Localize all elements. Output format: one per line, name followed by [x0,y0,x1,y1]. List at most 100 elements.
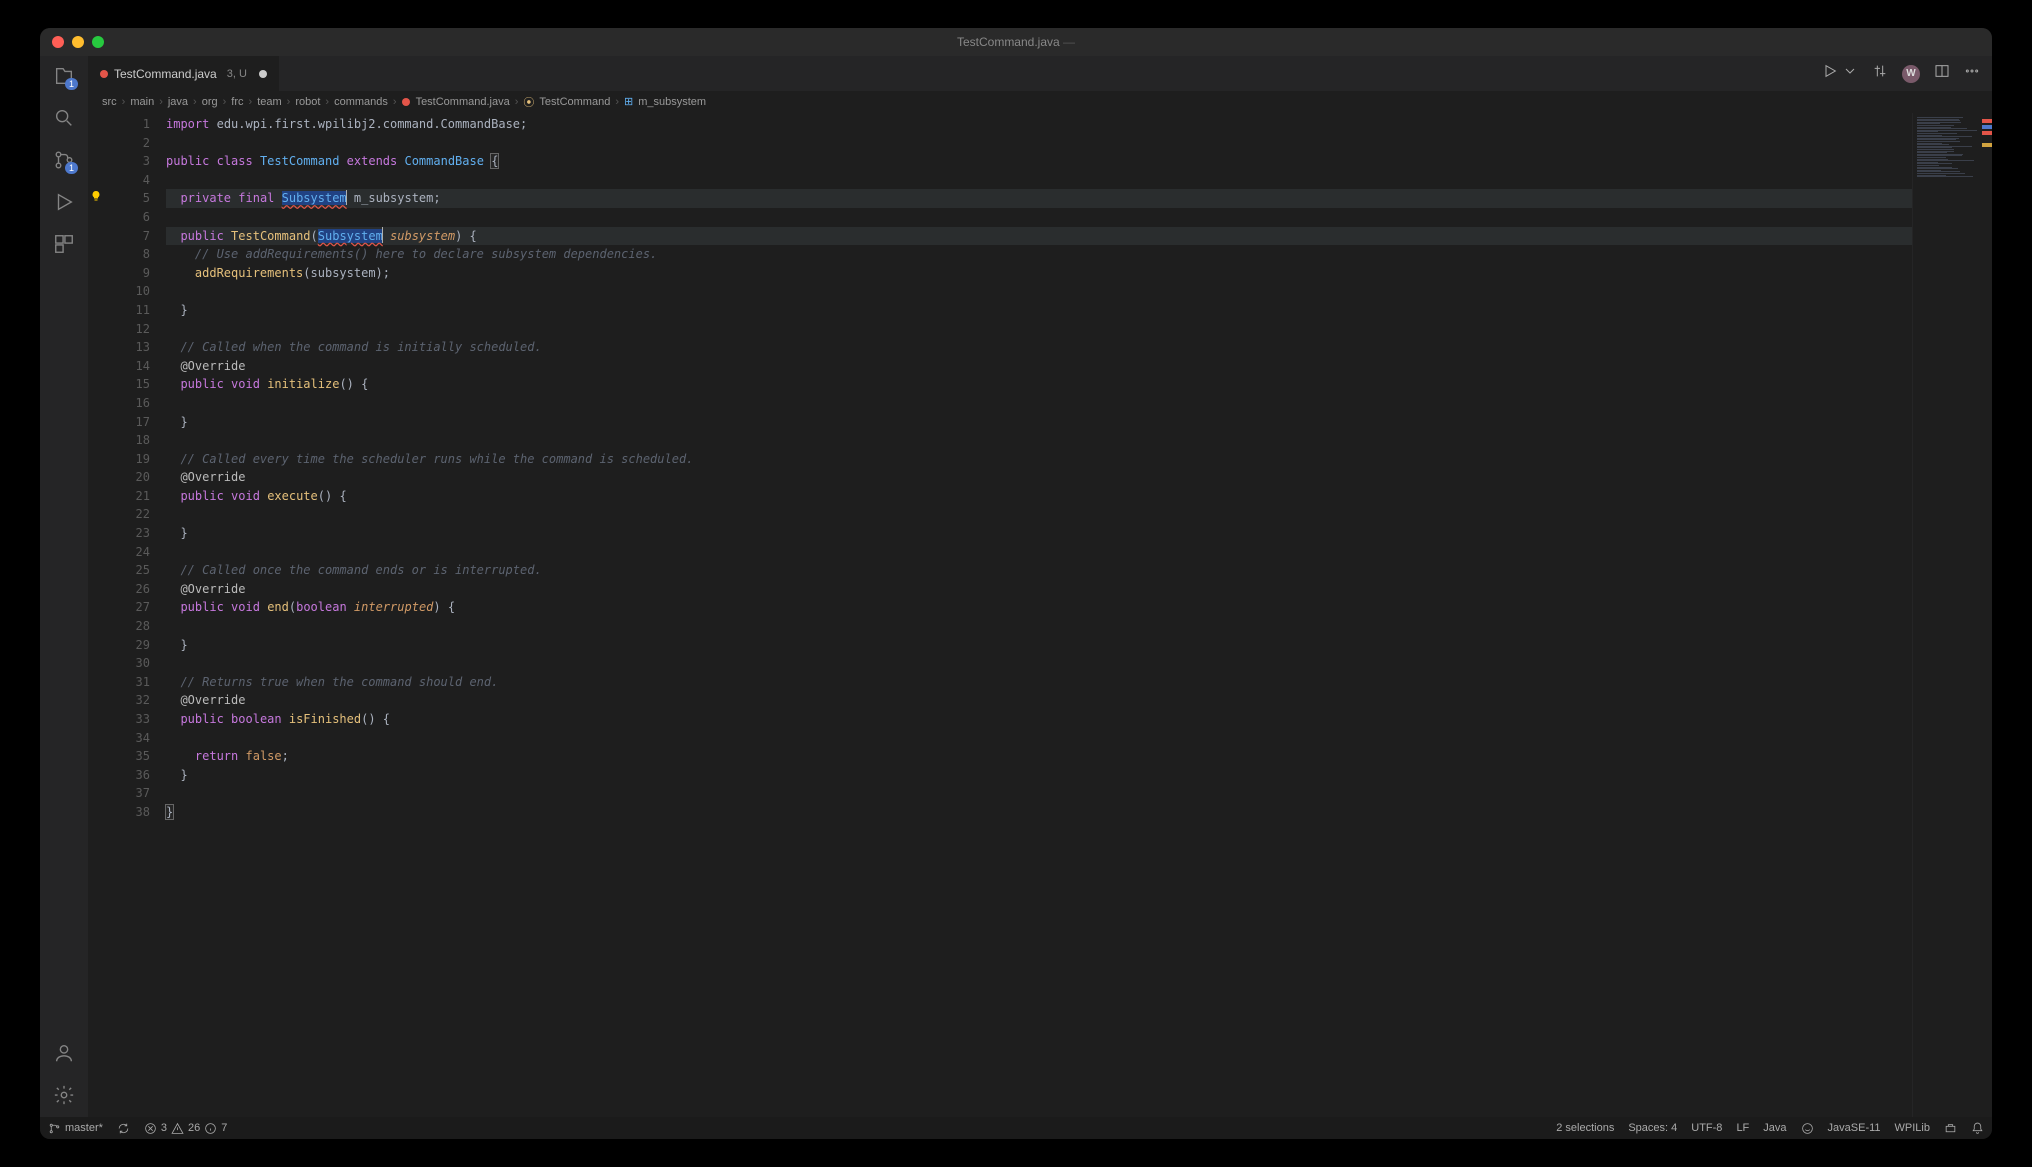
search-icon[interactable] [52,106,76,130]
code-line[interactable] [166,505,1912,524]
code-line[interactable]: } [166,636,1912,655]
code-line[interactable] [166,617,1912,636]
code-line[interactable]: public void execute() { [166,487,1912,506]
status-language[interactable]: Java [1763,1122,1786,1134]
breadcrumb-segment[interactable]: TestCommand [539,96,610,108]
breadcrumb-segment[interactable]: robot [295,96,320,108]
status-bar: master* 3 26 7 2 selections Spaces: 4 UT… [40,1117,1992,1139]
status-ports-icon[interactable] [1944,1122,1957,1135]
code-line[interactable]: public void initialize() { [166,375,1912,394]
status-feedback-icon[interactable] [1801,1122,1814,1135]
chevron-right-icon: › [249,96,253,108]
extensions-icon[interactable] [52,232,76,256]
code-line[interactable] [166,729,1912,748]
code-line[interactable]: } [166,766,1912,785]
code-line[interactable]: // Use addRequirements() here to declare… [166,245,1912,264]
breadcrumb[interactable]: src›main›java›org›frc›team›robot›command… [88,91,1992,113]
code-line[interactable] [166,654,1912,673]
code-line[interactable]: } [166,524,1912,543]
account-icon[interactable] [52,1041,76,1065]
breadcrumb-segment[interactable]: java [168,96,188,108]
breadcrumb-segment[interactable]: TestCommand.java [416,96,510,108]
run-button[interactable] [1822,63,1838,84]
status-jdk[interactable]: JavaSE-11 [1828,1122,1881,1134]
explorer-icon[interactable]: 1 [52,64,76,88]
code-line[interactable]: // Returns true when the command should … [166,673,1912,692]
code-line[interactable] [166,543,1912,562]
wpilib-icon[interactable]: W [1902,65,1920,83]
split-editor-icon[interactable] [1934,63,1950,84]
breadcrumb-segment[interactable]: main [130,96,154,108]
code-line[interactable] [166,394,1912,413]
code-line[interactable] [166,282,1912,301]
status-wpilib[interactable]: WPILib [1895,1122,1930,1134]
code-line[interactable] [166,208,1912,227]
breadcrumb-segment[interactable]: commands [334,96,388,108]
settings-gear-icon[interactable] [52,1083,76,1107]
line-number: 34 [108,729,150,748]
status-notifications-icon[interactable] [1971,1122,1984,1135]
source-control-icon[interactable]: 1 [52,148,76,172]
status-problems[interactable]: 3 26 7 [144,1122,228,1135]
chevron-right-icon: › [615,96,619,108]
breadcrumb-segment[interactable]: team [257,96,281,108]
line-number: 24 [108,543,150,562]
breadcrumb-segment[interactable]: org [202,96,218,108]
chevron-right-icon: › [193,96,197,108]
code-line[interactable]: private final Subsystem m_subsystem; [166,189,1912,208]
code-line[interactable]: return false; [166,747,1912,766]
status-sync[interactable] [117,1122,130,1135]
code-line[interactable]: addRequirements(subsystem); [166,264,1912,283]
title-sep: — [1063,35,1075,49]
code-line[interactable]: // Called when the command is initially … [166,338,1912,357]
code-line[interactable]: @Override [166,468,1912,487]
minimap[interactable] [1912,113,1992,1117]
line-number: 13 [108,338,150,357]
code-line[interactable]: // Called every time the scheduler runs … [166,450,1912,469]
lightbulb-icon[interactable] [90,190,102,202]
line-number: 18 [108,431,150,450]
line-number: 4 [108,171,150,190]
status-eol[interactable]: LF [1736,1122,1749,1134]
code-line[interactable]: import edu.wpi.first.wpilibj2.command.Co… [166,115,1912,134]
code-line[interactable] [166,171,1912,190]
code-line[interactable]: public class TestCommand extends Command… [166,152,1912,171]
code-line[interactable]: @Override [166,580,1912,599]
code-line[interactable]: } [166,413,1912,432]
compare-changes-icon[interactable] [1872,63,1888,84]
code-line[interactable]: public void end(boolean interrupted) { [166,598,1912,617]
code-editor[interactable]: 1234567891011121314151617181920212223242… [88,113,1912,1117]
code-line[interactable] [166,431,1912,450]
code-line[interactable]: } [166,803,1912,822]
line-number: 2 [108,134,150,153]
tab-meta: 3, U [227,68,247,80]
code-line[interactable]: } [166,301,1912,320]
run-debug-icon[interactable] [52,190,76,214]
status-indent[interactable]: Spaces: 4 [1628,1122,1677,1134]
code-line[interactable]: @Override [166,357,1912,376]
breadcrumb-segment[interactable]: m_subsystem [638,96,706,108]
status-selections[interactable]: 2 selections [1556,1122,1614,1134]
status-branch[interactable]: master* [48,1122,103,1135]
line-number: 25 [108,561,150,580]
breadcrumb-segment[interactable]: frc [231,96,243,108]
code-line[interactable]: // Called once the command ends or is in… [166,561,1912,580]
more-actions-icon[interactable] [1964,63,1980,84]
code-line[interactable]: public boolean isFinished() { [166,710,1912,729]
tab-testcommand[interactable]: TestCommand.java 3, U [88,56,280,91]
dirty-indicator-icon [259,70,267,78]
title-filename: TestCommand.java [957,35,1060,49]
code-line[interactable] [166,320,1912,339]
code-content[interactable]: import edu.wpi.first.wpilibj2.command.Co… [166,113,1912,1117]
code-line[interactable]: public TestCommand(Subsystem subsystem) … [166,227,1912,246]
breadcrumb-segment[interactable]: src [102,96,117,108]
code-line[interactable] [166,134,1912,153]
code-line[interactable]: @Override [166,691,1912,710]
line-number: 12 [108,320,150,339]
line-number: 6 [108,208,150,227]
run-dropdown-icon[interactable] [1842,63,1858,84]
line-number: 8 [108,245,150,264]
code-line[interactable] [166,784,1912,803]
status-encoding[interactable]: UTF-8 [1691,1122,1722,1134]
line-number: 22 [108,505,150,524]
